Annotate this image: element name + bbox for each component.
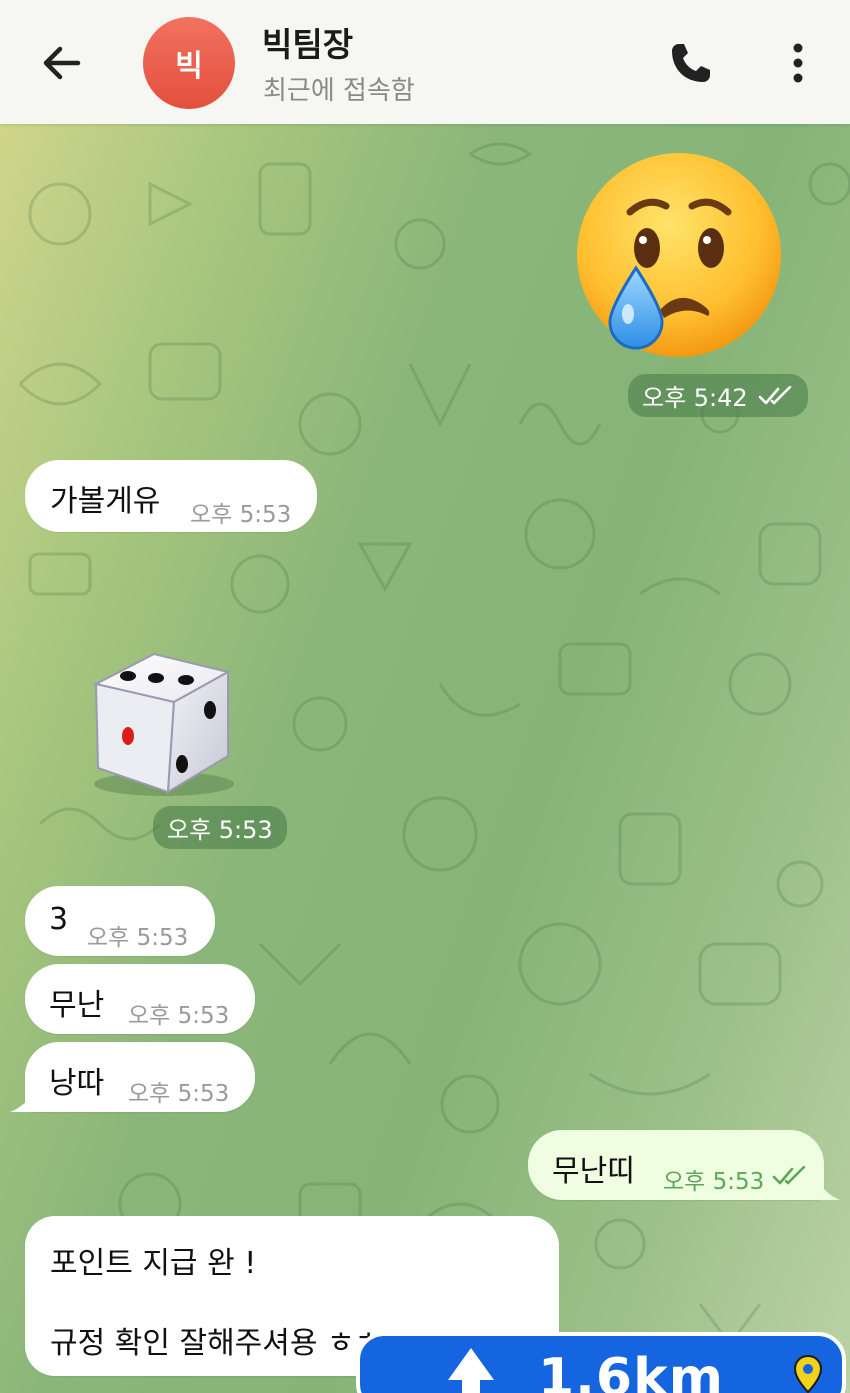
message-bubble-outgoing[interactable]: 무난띠 오후 5:53 [528,1130,824,1200]
double-check-icon [772,1166,806,1185]
navigation-overlay[interactable]: 1.6km [356,1332,846,1393]
navigation-distance: 1.6km [538,1348,724,1393]
double-check-icon [758,385,791,404]
message-text: 무난 [49,988,105,1023]
message-bubble[interactable]: 가볼게유 오후 5:53 [25,460,317,532]
more-vertical-icon[interactable] [780,38,816,88]
crying-face-icon[interactable] [574,150,784,360]
message-time: 오후 5:53 [128,1081,230,1107]
message-text-line: 포인트 지급 완 ! [50,1246,257,1281]
dice-icon[interactable] [82,644,242,804]
map-pin-icon [793,1354,823,1393]
message-time-pill: 오후 5:53 [153,806,287,849]
message-text: 가볼게유 [50,484,161,519]
message-time-pill: 오후 5:42 [628,374,808,417]
last-seen-status: 최근에 접속함 [263,76,415,106]
chat-header: 빅 빅팀장 최근에 접속함 [0,0,850,124]
message-time: 오후 5:53 [87,925,189,951]
message-time: 오후 5:53 [167,816,273,844]
bubble-tail [818,1178,840,1200]
message-text-line: 규정 확인 잘해주셔용 ㅎㅎ [50,1326,383,1361]
message-time: 오후 5:53 [190,502,292,528]
chat-area[interactable]: 오후 5:42 가볼게유 오후 5:53 오후 5:53 3 오후 5:53 무… [0,124,850,1393]
phone-icon[interactable] [666,38,716,88]
message-bubble[interactable]: 무난 오후 5:53 [25,964,255,1034]
message-text: 낭따 [49,1066,105,1101]
message-time: 오후 5:42 [642,384,748,412]
message-bubble[interactable]: 낭따 오후 5:53 [25,1042,255,1112]
arrow-up-icon [448,1348,494,1393]
message-time: 오후 5:53 [128,1003,230,1029]
avatar[interactable]: 빅 [143,17,235,109]
message-text: 3 [49,902,69,937]
message-bubble[interactable]: 3 오후 5:53 [25,886,215,956]
back-arrow-icon[interactable] [36,38,86,88]
message-text: 무난띠 [552,1154,635,1189]
chat-title[interactable]: 빅팀장 [262,18,353,66]
bubble-tail [10,1090,34,1112]
message-time: 오후 5:53 [663,1169,765,1195]
